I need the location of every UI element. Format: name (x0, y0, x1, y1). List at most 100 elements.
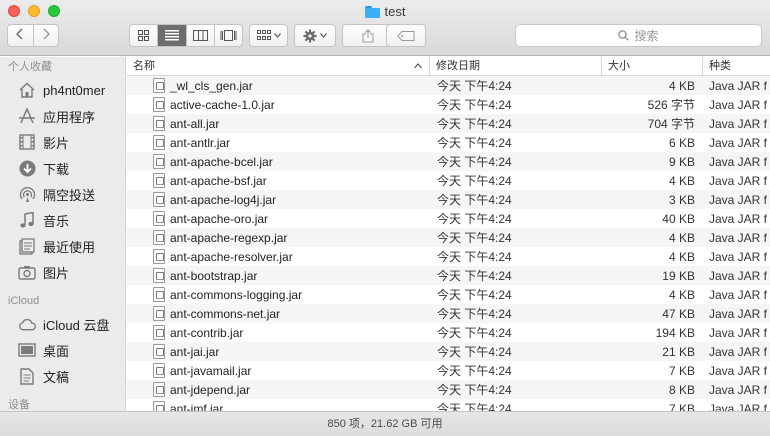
file-kind: Java JAR f (709, 382, 768, 397)
recents-icon (18, 237, 36, 255)
sidebar-section-devices: 设备 (8, 399, 30, 411)
file-kind: Java JAR f (709, 192, 768, 207)
file-date: 今天 下午4:24 (437, 98, 512, 112)
file-name-cell: ant-apache-regexp.jar (127, 230, 430, 245)
sidebar-item-label: 桌面 (43, 343, 70, 359)
jar-file-icon (153, 344, 165, 359)
file-name-cell: active-cache-1.0.jar (127, 97, 430, 112)
file-name: ant-commons-net.jar (170, 306, 281, 321)
sidebar-item-airdrop[interactable]: 隔空投送 (0, 181, 125, 207)
sidebar-item-home[interactable]: ph4nt0mer (0, 77, 125, 103)
file-name: ant-apache-oro.jar (170, 211, 269, 226)
sidebar-item-recents[interactable]: 最近使用 (0, 233, 125, 259)
file-size: 4 KB (668, 249, 695, 264)
jar-file-icon (153, 287, 165, 302)
sidebar-item-movies[interactable]: 影片 (0, 129, 125, 155)
file-row[interactable]: ant-commons-net.jar 今天 下午4:24 47 KB Java JA… (127, 304, 770, 323)
file-kind: Java JAR f (709, 306, 768, 321)
column-header-name[interactable]: 名称 (127, 57, 430, 76)
jar-file-icon (153, 363, 165, 378)
file-date: 今天 下午4:24 (437, 174, 512, 188)
back-button[interactable] (8, 25, 34, 46)
download-icon (18, 159, 36, 177)
icon-view-button[interactable] (130, 25, 159, 46)
gallery-icon (220, 30, 237, 41)
file-row[interactable]: ant-jai.jar 今天 下午4:24 21 KB Java JAR f (127, 342, 770, 361)
file-row[interactable]: ant-apache-oro.jar 今天 下午4:24 40 KB Java JAR… (127, 209, 770, 228)
file-name-cell: ant-antlr.jar (127, 135, 430, 150)
file-name-cell: ant-all.jar (127, 116, 430, 131)
file-kind: Java JAR f (709, 116, 768, 131)
file-date: 今天 下午4:24 (437, 307, 512, 321)
file-size: 40 KB (662, 211, 695, 226)
file-kind: Java JAR f (709, 363, 768, 378)
sidebar-item-label: 下载 (43, 161, 70, 177)
jar-file-icon (153, 78, 165, 93)
file-name: ant-jai.jar (170, 344, 220, 359)
file-row[interactable]: ant-bootstrap.jar 今天 下午4:24 19 KB Java JAR … (127, 266, 770, 285)
file-row[interactable]: ant-antlr.jar 今天 下午4:24 6 KB Java JAR f (127, 133, 770, 152)
file-row[interactable]: ant-javamail.jar 今天 下午4:24 7 KB Java JAR f (127, 361, 770, 380)
file-size: 8 KB (668, 382, 695, 397)
action-button[interactable] (294, 24, 336, 47)
sidebar-item-pictures[interactable]: 图片 (0, 259, 125, 285)
file-row[interactable]: ant-apache-regexp.jar 今天 下午4:24 4 KB Java J… (127, 228, 770, 247)
file-row[interactable]: ant-contrib.jar 今天 下午4:24 194 KB Java JAR f (127, 323, 770, 342)
file-name-cell: ant-jai.jar (127, 344, 430, 359)
file-date: 今天 下午4:24 (437, 231, 512, 245)
file-size: 4 KB (668, 78, 695, 93)
column-view-button[interactable] (187, 25, 215, 46)
file-size: 9 KB (668, 154, 695, 169)
file-name-cell: ant-apache-bcel.jar (127, 154, 430, 169)
arrange-button[interactable] (249, 24, 288, 47)
chevron-down-icon (320, 33, 327, 38)
jar-file-icon (153, 401, 165, 411)
file-kind: Java JAR f (709, 401, 768, 412)
sidebar-item-applications[interactable]: 应用程序 (0, 103, 125, 129)
navigation-buttons (7, 24, 59, 47)
file-row[interactable]: ant-apache-bsf.jar 今天 下午4:24 4 KB Java JAR … (127, 171, 770, 190)
document-icon (18, 367, 36, 385)
file-kind: Java JAR f (709, 344, 768, 359)
search-field[interactable]: 搜索 (515, 24, 762, 47)
file-row[interactable]: ant-jdepend.jar 今天 下午4:24 8 KB Java JAR f (127, 380, 770, 399)
view-mode-buttons (129, 24, 243, 47)
column-header-kind[interactable]: 种类 (703, 57, 770, 76)
jar-file-icon (153, 230, 165, 245)
file-row[interactable]: active-cache-1.0.jar 今天 下午4:24 526 字节 Java … (127, 95, 770, 114)
share-icon (362, 28, 374, 42)
search-icon (618, 30, 630, 41)
list-view-button[interactable] (158, 25, 187, 46)
column-header-date[interactable]: 修改日期 (430, 57, 602, 76)
file-row[interactable]: ant-jmf.jar 今天 下午4:24 7 KB Java JAR f (127, 399, 770, 411)
file-kind: Java JAR f (709, 211, 768, 226)
camera-icon (18, 263, 36, 281)
sidebar-item-downloads[interactable]: 下载 (0, 155, 125, 181)
sort-ascending-icon (414, 63, 422, 69)
sidebar-item-desktop[interactable]: 桌面 (0, 337, 125, 363)
file-size: 7 KB (668, 401, 695, 412)
sidebar-item-music[interactable]: 音乐 (0, 207, 125, 233)
gallery-view-button[interactable] (215, 25, 242, 46)
file-row[interactable]: ant-commons-logging.jar 今天 下午4:24 4 KB Java… (127, 285, 770, 304)
file-size: 6 KB (668, 135, 695, 150)
file-row[interactable]: ant-apache-resolver.jar 今天 下午4:24 4 KB Java… (127, 247, 770, 266)
file-size: 4 KB (668, 287, 695, 302)
file-row[interactable]: _wl_cls_gen.jar 今天 下午4:24 4 KB Java JAR f (127, 76, 770, 95)
file-row[interactable]: ant-apache-bcel.jar 今天 下午4:24 9 KB Java JAR… (127, 152, 770, 171)
sidebar-item-icloud-drive[interactable]: iCloud 云盘 (0, 311, 125, 337)
window-title: test (0, 4, 770, 19)
file-name: ant-apache-log4j.jar (170, 192, 277, 207)
file-row[interactable]: ant-apache-log4j.jar 今天 下午4:24 3 KB Java JA… (127, 190, 770, 209)
forward-button[interactable] (34, 25, 59, 46)
file-row[interactable]: ant-all.jar 今天 下午4:24 704 字节 Java JAR f (127, 114, 770, 133)
file-date: 今天 下午4:24 (437, 193, 512, 207)
tags-button[interactable] (386, 24, 426, 47)
file-date: 今天 下午4:24 (437, 288, 512, 302)
file-date: 今天 下午4:24 (437, 364, 512, 378)
column-header-size[interactable]: 大小 (602, 57, 703, 76)
sidebar-item-documents[interactable]: 文稿 (0, 363, 125, 389)
music-icon (18, 211, 36, 229)
file-name-cell: ant-jdepend.jar (127, 382, 430, 397)
column-header: 名称 修改日期 大小 种类 (127, 57, 770, 76)
